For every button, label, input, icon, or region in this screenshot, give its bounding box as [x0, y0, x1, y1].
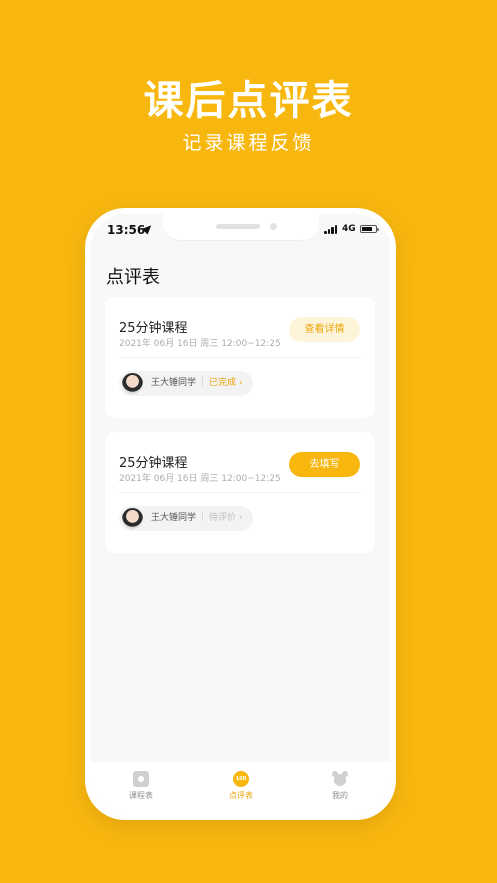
- card-divider: [119, 357, 361, 358]
- view-details-button[interactable]: 查看详情: [289, 317, 360, 342]
- course-title: 25分钟课程: [119, 456, 188, 471]
- course-date: 2021年 06月 16日 周三 12:00~12:25: [119, 339, 281, 349]
- status-time: 13:56: [107, 223, 146, 237]
- tab-bar: 课程表 100 点评表 我的: [91, 762, 390, 814]
- tab-review[interactable]: 100 点评表: [201, 771, 281, 801]
- tab-mine-label: 我的: [332, 791, 348, 800]
- pill-separator: [202, 377, 204, 386]
- phone-frame: 13:56 4G 点评表 25分钟课程 2021年 06月 16日 周三 12:…: [85, 208, 396, 820]
- camera: [270, 223, 277, 230]
- calendar-icon: [133, 771, 149, 787]
- tab-schedule-label: 课程表: [129, 791, 153, 800]
- bear-profile-icon: [332, 771, 348, 787]
- tab-schedule[interactable]: 课程表: [101, 771, 181, 801]
- course-date: 2021年 06月 16日 周三 12:00~12:25: [119, 474, 281, 484]
- speaker: [216, 224, 260, 229]
- student-status-pill[interactable]: 王大锤同学 已完成 ›: [119, 371, 253, 396]
- signal-icon: [324, 225, 338, 234]
- course-title: 25分钟课程: [119, 321, 188, 336]
- card-divider: [119, 492, 361, 493]
- tab-mine[interactable]: 我的: [300, 771, 380, 801]
- phone-screen: 13:56 4G 点评表 25分钟课程 2021年 06月 16日 周三 12:…: [91, 214, 390, 814]
- score-100-icon: 100: [233, 771, 249, 787]
- pill-separator: [202, 512, 204, 521]
- promo-title: 课后点评表: [143, 78, 354, 124]
- page-title: 点评表: [106, 267, 160, 288]
- review-card: 25分钟课程 2021年 06月 16日 周三 12:00~12:25 去填写 …: [105, 432, 375, 553]
- chevron-right-icon: ›: [239, 513, 243, 523]
- student-name: 王大锤同学: [151, 378, 197, 388]
- avatar: [122, 508, 143, 529]
- fill-review-button[interactable]: 去填写: [289, 452, 360, 477]
- phone-notch: [163, 214, 319, 240]
- network-label: 4G: [342, 224, 356, 234]
- status-completed: 已完成: [209, 378, 237, 388]
- chevron-right-icon: ›: [239, 378, 243, 388]
- status-pending: 待评价: [209, 513, 237, 523]
- battery-icon: [360, 225, 379, 233]
- avatar: [122, 373, 143, 394]
- tab-review-label: 点评表: [229, 791, 253, 800]
- review-card: 25分钟课程 2021年 06月 16日 周三 12:00~12:25 查看详情…: [105, 297, 375, 418]
- student-status-pill[interactable]: 王大锤同学 待评价 ›: [119, 506, 253, 531]
- student-name: 王大锤同学: [151, 513, 197, 523]
- promo-subtitle: 记录课程反馈: [182, 132, 315, 154]
